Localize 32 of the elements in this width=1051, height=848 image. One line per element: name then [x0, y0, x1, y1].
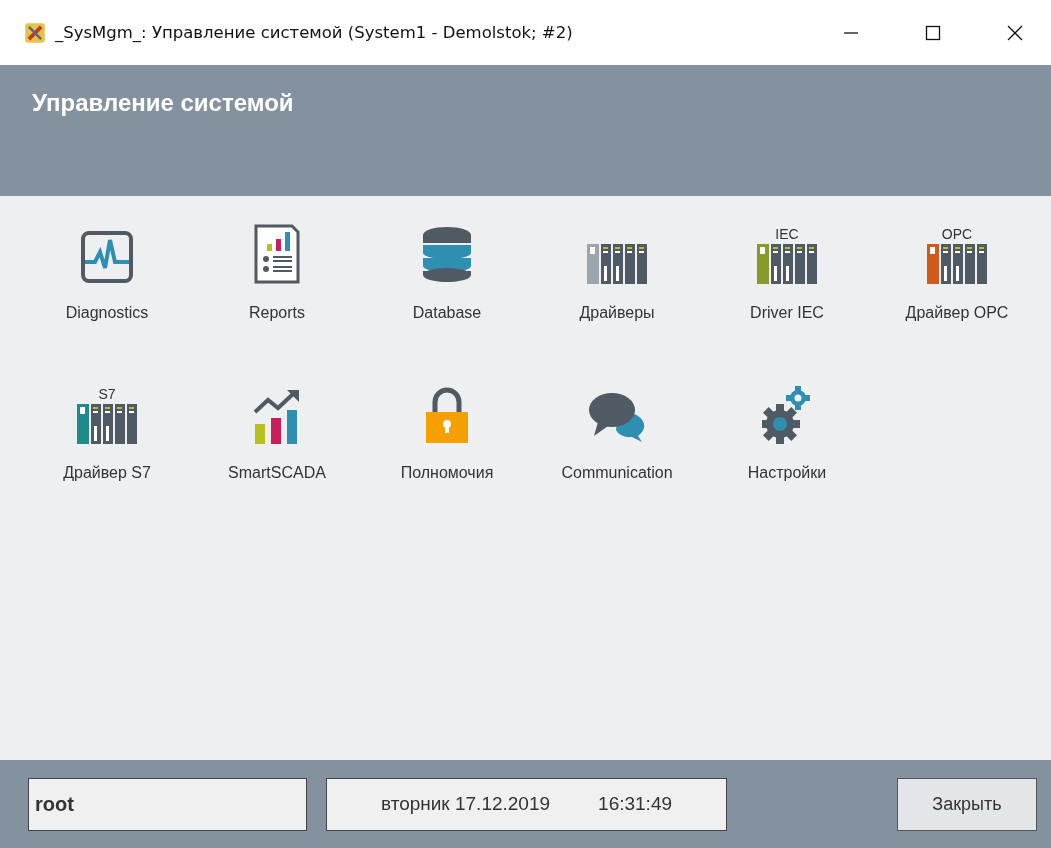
gears-icon[interactable] — [762, 386, 812, 444]
plc-rack-icon[interactable] — [927, 244, 987, 284]
tile-label[interactable]: Драйверы — [579, 304, 655, 322]
app-icon — [24, 21, 46, 44]
time-text: 16:31:49 — [598, 793, 673, 815]
tile-label[interactable]: Reports — [249, 304, 305, 322]
module-caption: IEC — [775, 226, 799, 242]
window-title: _SysMgm_: Управление системой (System1 - Demolstok; #2) — [55, 23, 573, 42]
plc-rack-icon[interactable] — [757, 244, 817, 284]
bar-chart-icon[interactable] — [253, 388, 301, 444]
tile-label[interactable]: Драйвер S7 — [63, 464, 151, 482]
module-caption: OPC — [941, 226, 973, 242]
chat-icon[interactable] — [588, 390, 646, 444]
tile-label[interactable]: Настройки — [747, 464, 827, 482]
user-field: root — [28, 777, 307, 831]
tile-label[interactable]: Driver IEC — [750, 304, 824, 322]
module-caption: S7 — [98, 386, 116, 402]
tile-label[interactable]: Communication — [561, 464, 673, 482]
header-title: Управление системой — [32, 89, 294, 116]
tile-label[interactable]: Полномочия — [400, 464, 494, 482]
tile-label[interactable]: SmartSCADA — [228, 464, 326, 482]
close-button[interactable]: Закрыть — [897, 777, 1037, 831]
tile-label[interactable]: Diagnostics — [65, 304, 149, 322]
report-icon[interactable] — [254, 224, 300, 284]
tile-label[interactable]: Драйвер OPC — [905, 304, 1009, 322]
plc-rack-icon[interactable] — [587, 244, 647, 284]
plc-rack-icon[interactable] — [77, 404, 137, 444]
database-icon[interactable] — [421, 226, 473, 284]
date-text: вторник 17.12.2019 — [380, 793, 551, 815]
lock-icon[interactable] — [425, 386, 469, 444]
tile-label[interactable]: Database — [412, 304, 482, 322]
monitor-icon[interactable] — [80, 230, 134, 284]
